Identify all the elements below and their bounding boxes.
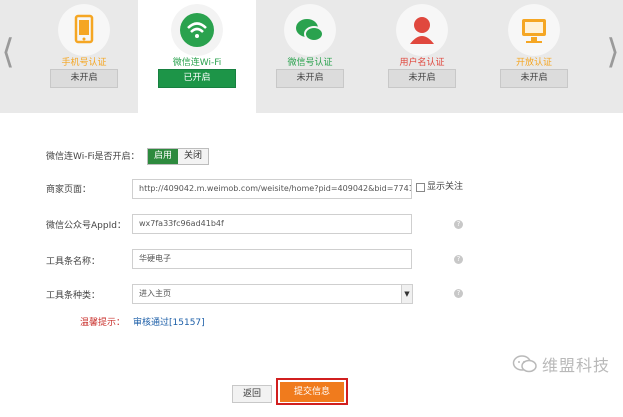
carousel-prev-arrow[interactable]: ⟨	[1, 32, 15, 72]
auth-status-button[interactable]: 未开启	[276, 69, 344, 88]
chat-bubbles-icon	[284, 4, 336, 56]
chevron-down-icon[interactable]: ▼	[401, 285, 412, 303]
wechat-logo-icon	[512, 355, 537, 373]
toggle-off-option[interactable]: 关闭	[178, 149, 208, 164]
monitor-icon	[508, 4, 560, 56]
phone-icon	[58, 4, 110, 56]
auth-item-label: 微信号认证	[287, 58, 333, 68]
tip-label: 温馨提示：	[80, 318, 126, 328]
appid-help-icon[interactable]: ?	[454, 220, 463, 229]
submit-button[interactable]: 提交信息	[280, 382, 344, 402]
appid-label: 微信公众号AppId：	[46, 221, 126, 231]
wifi-enable-toggle[interactable]: 启用 关闭	[147, 148, 209, 165]
toolbar-type-select[interactable]: 进入主页 ▼	[132, 284, 413, 304]
auth-item-phone[interactable]: 手机号认证 未开启	[36, 0, 132, 113]
auth-item-open[interactable]: 开放认证 未开启	[486, 0, 582, 113]
toolbar-name-label: 工具条名称：	[46, 257, 101, 267]
auth-status-button[interactable]: 未开启	[500, 69, 568, 88]
tip-status-link[interactable]: 审核通过[15157]	[133, 318, 205, 329]
auth-item-label: 开放认证	[515, 58, 552, 68]
merchant-page-input[interactable]: http://409042.m.weimob.com/weisite/home?…	[132, 179, 412, 199]
auth-item-username[interactable]: 用户名认证 未开启	[374, 0, 470, 113]
user-icon	[396, 4, 448, 56]
auth-status-button[interactable]: 未开启	[388, 69, 456, 88]
auth-carousel: ⟨ 手机号认证 未开启 微信连Wi-Fi 已开启 微信号认证 未开启 用户名认证…	[0, 0, 623, 113]
toolbar-name-input[interactable]: 华硬电子	[132, 249, 412, 269]
auth-item-label: 用户名认证	[399, 58, 445, 68]
auth-item-label: 手机号认证	[61, 58, 107, 68]
appid-input[interactable]: wx7fa33fc96ad41b4f	[132, 214, 412, 234]
auth-item-wifi[interactable]: 微信连Wi-Fi 已开启	[138, 0, 256, 113]
toolbar-type-value: 进入主页	[139, 289, 171, 298]
toolbar-type-help-icon[interactable]: ?	[454, 289, 463, 298]
auth-status-button[interactable]: 已开启	[158, 69, 236, 88]
merchant-page-label: 商家页面：	[46, 185, 92, 195]
follow-checkbox-label: 显示关注	[427, 182, 464, 192]
toolbar-type-label: 工具条种类：	[46, 291, 101, 301]
toggle-on-option[interactable]: 启用	[148, 149, 178, 164]
carousel-next-arrow[interactable]: ⟩	[606, 32, 620, 72]
follow-checkbox[interactable]	[416, 183, 425, 192]
auth-status-button[interactable]: 未开启	[50, 69, 118, 88]
auth-item-label: 微信连Wi-Fi	[172, 58, 222, 68]
watermark-text: 维盟科技	[542, 356, 611, 375]
wifi-icon	[171, 4, 223, 56]
wifi-enable-label: 微信连Wi-Fi是否开启：	[46, 152, 140, 162]
watermark: 维盟科技	[512, 352, 610, 376]
toolbar-name-help-icon[interactable]: ?	[454, 255, 463, 264]
auth-item-wechat[interactable]: 微信号认证 未开启	[262, 0, 358, 113]
back-button[interactable]: 返回	[232, 385, 272, 403]
auth-carousel-track: 手机号认证 未开启 微信连Wi-Fi 已开启 微信号认证 未开启 用户名认证 未…	[16, 0, 606, 113]
